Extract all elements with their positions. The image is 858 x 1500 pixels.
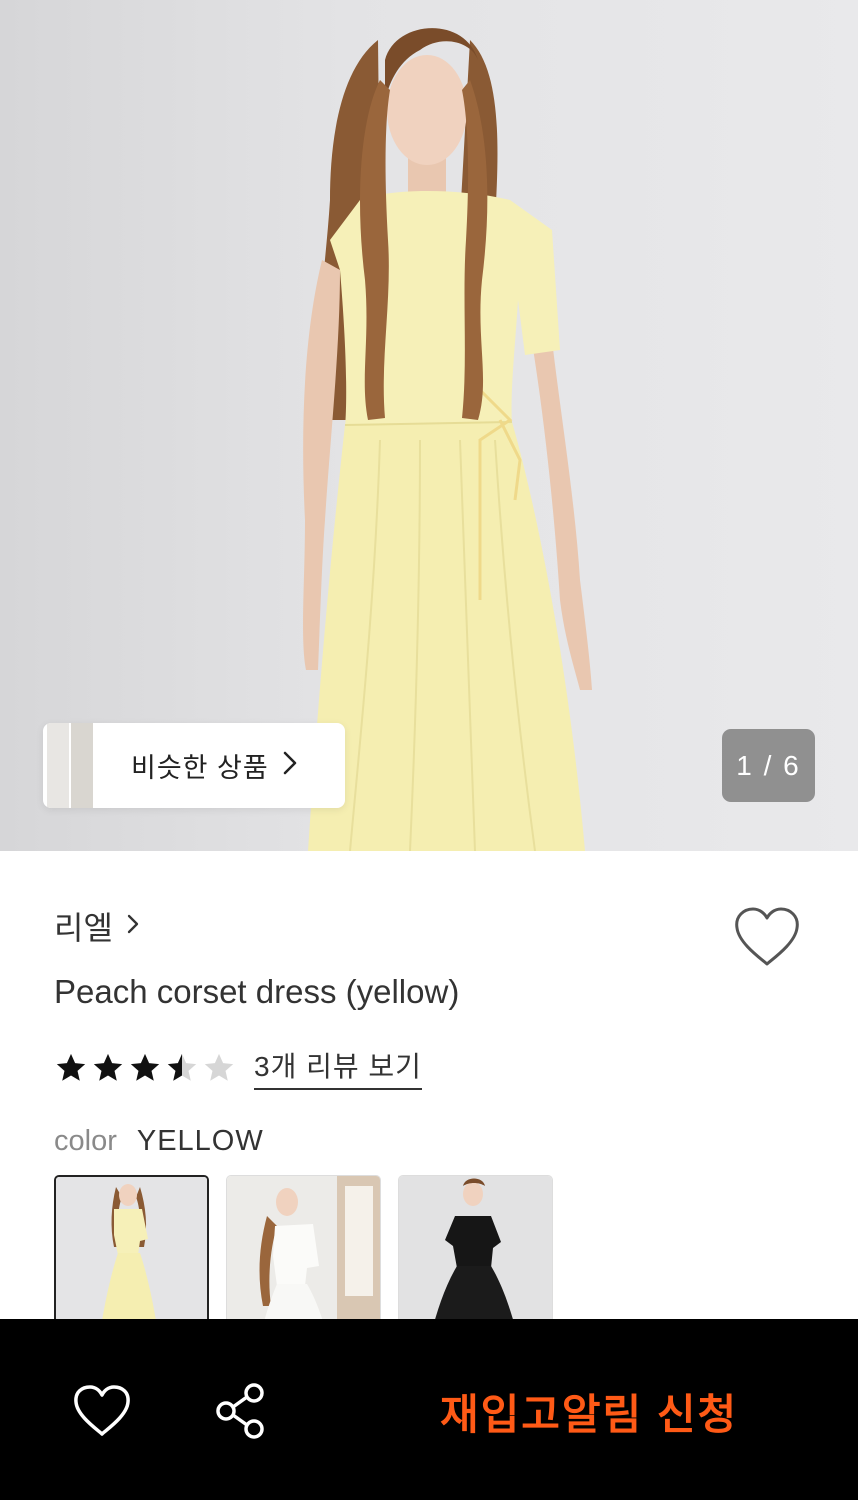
wishlist-button[interactable] xyxy=(733,906,801,970)
view-reviews-link[interactable]: 3개 리뷰 보기 xyxy=(254,1045,422,1090)
color-row: color YELLOW xyxy=(54,1125,264,1158)
image-page-counter: 1 / 6 xyxy=(722,729,815,802)
star-icon xyxy=(204,1053,234,1081)
bottom-wishlist-button[interactable] xyxy=(72,1383,132,1439)
product-title: Peach corset dress (yellow) xyxy=(54,973,460,1010)
restock-alert-button[interactable]: 재입고알림 신청 xyxy=(440,1381,738,1442)
product-image-carousel[interactable]: 비슷한 상품 1 / 6 xyxy=(0,0,858,851)
white-dress-swatch xyxy=(227,1176,380,1334)
color-swatch-list xyxy=(54,1175,553,1335)
star-icon xyxy=(130,1053,160,1081)
star-icon xyxy=(56,1053,86,1081)
chevron-right-icon xyxy=(127,913,139,940)
share-button[interactable] xyxy=(212,1381,268,1441)
heart-outline-icon xyxy=(735,907,799,966)
similar-products-button[interactable]: 비슷한 상품 xyxy=(43,723,345,808)
brand-name: 리엘 xyxy=(54,910,113,946)
heart-outline-icon xyxy=(74,1385,130,1436)
swatch-white[interactable] xyxy=(226,1175,381,1335)
swatch-black[interactable] xyxy=(398,1175,553,1335)
rating-stars xyxy=(54,1051,236,1085)
similar-products-label: 비슷한 상품 xyxy=(131,753,269,783)
share-icon xyxy=(216,1383,264,1439)
color-value: YELLOW xyxy=(136,1125,264,1157)
swatch-yellow[interactable] xyxy=(54,1175,209,1335)
chevron-right-icon xyxy=(283,751,297,780)
color-label: color xyxy=(54,1125,117,1157)
brand-link[interactable]: 리엘 xyxy=(54,903,139,949)
rating-row: 3개 리뷰 보기 xyxy=(54,1045,422,1090)
star-icon xyxy=(93,1053,123,1081)
star-half-icon xyxy=(167,1053,197,1081)
similar-products-thumbnail xyxy=(43,723,95,808)
yellow-dress-swatch xyxy=(56,1177,207,1333)
black-dress-swatch xyxy=(399,1176,552,1334)
